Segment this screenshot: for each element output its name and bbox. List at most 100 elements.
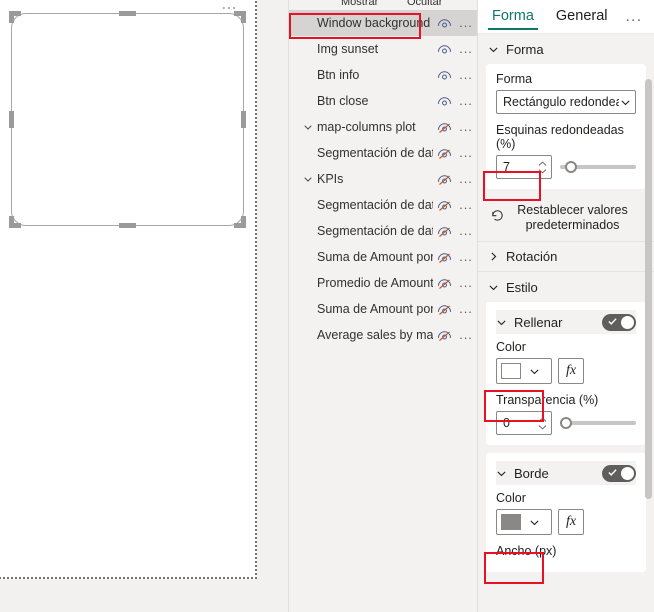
section-header-rotacion[interactable]: Rotación <box>478 242 654 272</box>
eye-hidden-icon[interactable] <box>433 225 455 238</box>
format-pane[interactable]: Forma General ... Forma Forma Rectángulo… <box>478 0 654 612</box>
resize-handle-top-right[interactable] <box>234 11 246 23</box>
layer-more-options-icon[interactable]: ... <box>455 150 477 156</box>
resize-handle-top-left[interactable] <box>9 11 21 23</box>
subsection-header-rellenar[interactable]: Rellenar <box>496 310 636 334</box>
resize-handle-bottom[interactable] <box>119 223 136 228</box>
subsection-header-borde[interactable]: Borde <box>496 461 636 485</box>
resize-handle-top[interactable] <box>119 11 136 16</box>
eye-visible-icon[interactable] <box>433 17 455 30</box>
visual-more-options-icon[interactable]: ... <box>222 1 237 9</box>
resize-handle-right[interactable] <box>241 111 246 128</box>
layer-name: Segmentación de datos <box>315 198 433 212</box>
selection-layers-panel[interactable]: Mostrar Ocultar Window background...Img … <box>288 0 478 612</box>
spinner-arrows-icon[interactable] <box>537 161 551 174</box>
layer-row[interactable]: Segmentación de datos... <box>289 192 477 218</box>
format-pane-tabs[interactable]: Forma General ... <box>478 0 654 34</box>
eye-hidden-icon[interactable] <box>433 147 455 160</box>
layer-more-options-icon[interactable]: ... <box>455 72 477 78</box>
layer-more-options-icon[interactable]: ... <box>455 202 477 208</box>
layer-more-options-icon[interactable]: ... <box>455 306 477 312</box>
section-title-estilo: Estilo <box>504 280 538 295</box>
fill-conditional-formatting-button[interactable]: fx <box>558 358 584 384</box>
format-pane-body[interactable]: Forma Forma Rectángulo redondeado Esquin… <box>478 34 654 612</box>
layer-name: Img sunset <box>315 42 433 56</box>
layer-row[interactable]: Btn close... <box>289 88 477 114</box>
eye-hidden-icon[interactable] <box>433 121 455 134</box>
layer-row[interactable]: Window background... <box>289 10 477 36</box>
layer-row[interactable]: Promedio de Amount ...... <box>289 270 477 296</box>
layer-row[interactable]: Segmentación de datos... <box>289 140 477 166</box>
report-canvas[interactable]: ... <box>0 0 288 612</box>
rounded-corners-slider[interactable] <box>560 158 636 176</box>
section-header-estilo[interactable]: Estilo <box>478 272 654 302</box>
eye-hidden-icon[interactable] <box>433 199 455 212</box>
layers-list[interactable]: Window background...Img sunset...Btn inf… <box>289 10 477 348</box>
subsection-title-rellenar: Rellenar <box>512 315 562 330</box>
border-conditional-formatting-button[interactable]: fx <box>558 509 584 535</box>
layer-more-options-icon[interactable]: ... <box>455 20 477 26</box>
layer-more-options-icon[interactable]: ... <box>455 228 477 234</box>
tab-general[interactable]: General <box>552 2 612 32</box>
transparency-control[interactable]: 0 <box>496 411 636 435</box>
resize-handle-bottom-right[interactable] <box>234 216 246 228</box>
label-fill-color: Color <box>496 340 636 354</box>
rounded-corners-control[interactable]: 7 <box>496 155 636 179</box>
layer-row[interactable]: Segmentación de datos... <box>289 218 477 244</box>
section-header-forma[interactable]: Forma <box>478 34 654 64</box>
eye-hidden-icon[interactable] <box>433 303 455 316</box>
fill-color-row[interactable]: fx <box>496 358 636 384</box>
layer-more-options-icon[interactable]: ... <box>455 98 477 104</box>
layer-row[interactable]: Btn info... <box>289 62 477 88</box>
layer-more-options-icon[interactable]: ... <box>455 332 477 338</box>
layer-row[interactable]: map-columns plot... <box>289 114 477 140</box>
layer-row[interactable]: Suma de Amount por ...... <box>289 244 477 270</box>
layer-more-options-icon[interactable]: ... <box>455 176 477 182</box>
chevron-down-icon[interactable] <box>301 174 315 184</box>
resize-handle-left[interactable] <box>9 111 14 128</box>
reset-defaults-button[interactable]: Restablecer valores predeterminados <box>478 197 654 242</box>
chevron-down-icon[interactable] <box>301 122 315 132</box>
resize-handle-bottom-left[interactable] <box>9 216 21 228</box>
tab-forma[interactable]: Forma <box>488 2 538 32</box>
layer-row[interactable]: Img sunset... <box>289 36 477 62</box>
transparency-slider[interactable] <box>560 414 636 432</box>
check-icon <box>608 468 617 477</box>
eye-visible-icon[interactable] <box>433 69 455 82</box>
format-pane-overflow-icon[interactable]: ... <box>626 14 654 20</box>
spinner-arrows-icon[interactable] <box>537 417 551 430</box>
eye-hidden-icon[interactable] <box>433 173 455 186</box>
layer-more-options-icon[interactable]: ... <box>455 124 477 130</box>
rounded-rectangle-shape[interactable] <box>11 13 244 226</box>
toggle-knob <box>621 316 634 329</box>
layer-row[interactable]: Suma de Amount por ...... <box>289 296 477 322</box>
layer-more-options-icon[interactable]: ... <box>455 280 477 286</box>
layer-more-options-icon[interactable]: ... <box>455 254 477 260</box>
borde-toggle[interactable] <box>602 465 636 482</box>
check-icon <box>608 317 617 326</box>
eye-hidden-icon[interactable] <box>433 329 455 342</box>
eye-hidden-icon[interactable] <box>433 277 455 290</box>
reset-icon <box>490 208 505 228</box>
fill-color-dropdown[interactable] <box>496 358 552 384</box>
layer-row[interactable]: KPIs... <box>289 166 477 192</box>
border-color-dropdown[interactable] <box>496 509 552 535</box>
selected-shape[interactable] <box>11 13 244 226</box>
layer-row[interactable]: Average sales by mari...... <box>289 322 477 348</box>
rounded-corners-spinner[interactable]: 7 <box>496 155 552 179</box>
layer-more-options-icon[interactable]: ... <box>455 46 477 52</box>
format-pane-scrollbar[interactable] <box>645 79 652 499</box>
shape-type-dropdown[interactable]: Rectángulo redondeado <box>496 90 636 114</box>
transparency-spinner[interactable]: 0 <box>496 411 552 435</box>
slider-knob[interactable] <box>565 161 577 173</box>
section-title-forma: Forma <box>504 42 544 57</box>
reset-defaults-label: Restablecer valores predeterminados <box>513 203 632 233</box>
eye-hidden-icon[interactable] <box>433 251 455 264</box>
rellenar-toggle[interactable] <box>602 314 636 331</box>
subsection-title-borde: Borde <box>512 466 549 481</box>
eye-visible-icon[interactable] <box>433 95 455 108</box>
slider-knob[interactable] <box>560 417 572 429</box>
layer-name: Btn close <box>315 94 433 108</box>
border-color-row[interactable]: fx <box>496 509 636 535</box>
eye-visible-icon[interactable] <box>433 43 455 56</box>
